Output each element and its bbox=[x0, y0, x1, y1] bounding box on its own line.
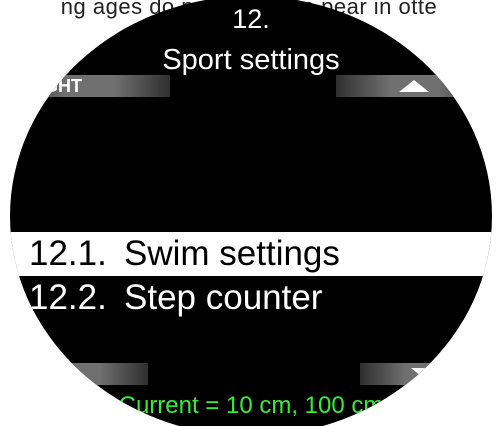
light-button[interactable]: LIGHT bbox=[10, 75, 170, 97]
up-button[interactable] bbox=[336, 75, 492, 97]
menu-title: Sport settings bbox=[162, 44, 340, 76]
menu-item-number: 12.1. bbox=[29, 234, 107, 273]
menu-item-step-counter[interactable]: 12.2. Step counter bbox=[10, 276, 492, 320]
menu-item-label: Step counter bbox=[124, 278, 323, 317]
menu-number: 12. bbox=[232, 4, 270, 34]
down-button[interactable] bbox=[360, 363, 492, 385]
menu-item-swim-settings[interactable]: 12.1. Swim settings bbox=[10, 232, 492, 276]
up-arrow-icon bbox=[399, 80, 429, 92]
down-arrow-icon bbox=[411, 368, 441, 380]
dive-computer-screen: 12. Sport settings LIGHT 12.1. Swim sett… bbox=[10, 0, 492, 426]
menu-item-number: 12.2. bbox=[29, 278, 107, 317]
menu-item-label: Swim settings bbox=[124, 234, 340, 273]
enter-button[interactable]: ENTR bbox=[10, 363, 148, 385]
current-value-status: Current = 10 cm, 100 cm bbox=[118, 392, 384, 419]
manual-page: ng ages do n age use ap pear in otte 12.… bbox=[0, 0, 498, 426]
light-button-label: LIGHT bbox=[28, 76, 82, 96]
enter-button-label: ENTR bbox=[28, 364, 77, 384]
